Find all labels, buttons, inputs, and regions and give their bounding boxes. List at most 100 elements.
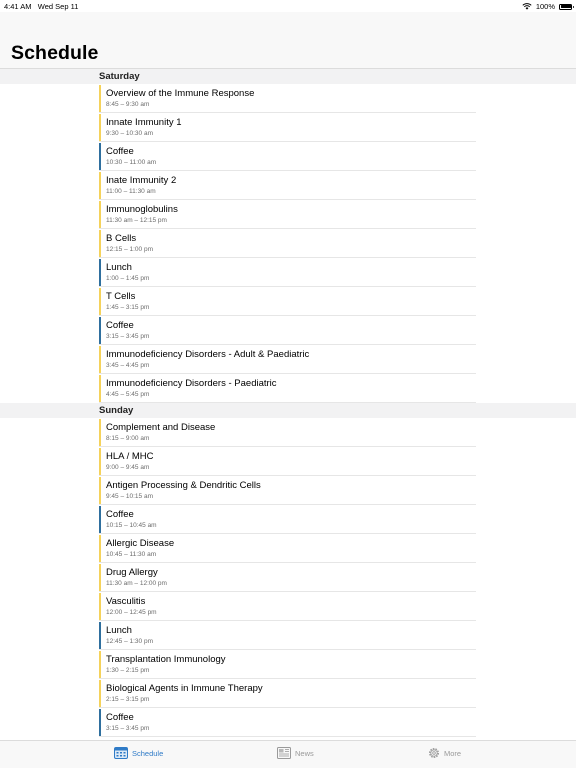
category-color-bar	[99, 375, 101, 402]
tab-more-label: More	[444, 748, 462, 758]
session-title: HLA / MHC	[106, 451, 154, 462]
category-color-bar	[99, 288, 101, 315]
session-time: 4:45 – 5:45 pm	[106, 391, 150, 398]
schedule-row[interactable]: Immunodeficiency Disorders - Paediatric 4…	[0, 374, 576, 403]
session-title: Inate Immunity 2	[106, 175, 177, 186]
section-header-saturday: Saturday	[0, 69, 576, 84]
schedule-row[interactable]: Innate Immunity 1 9:30 – 10:30 am	[0, 113, 576, 142]
schedule-row[interactable]: T Cells 1:45 – 3:15 pm	[0, 287, 576, 316]
session-title: T Cells	[106, 291, 136, 302]
session-time: 12:00 – 12:45 pm	[106, 609, 157, 616]
gear-icon	[428, 747, 440, 759]
session-time: 10:15 – 10:45 am	[106, 522, 157, 529]
session-title: B Cells	[106, 233, 137, 244]
tab-bar: Schedule News More	[0, 740, 576, 768]
schedule-row[interactable]: Vasculitis 12:00 – 12:45 pm	[0, 592, 576, 621]
session-time: 3:15 – 3:45 pm	[106, 725, 150, 732]
navigation-header: Schedule	[0, 12, 576, 69]
session-time: 11:30 am – 12:15 pm	[106, 217, 167, 224]
session-time: 8:15 – 9:00 am	[106, 435, 150, 442]
category-color-bar	[99, 259, 101, 286]
tab-more[interactable]: More	[428, 747, 461, 759]
schedule-row[interactable]: Lunch 12:45 – 1:30 pm	[0, 621, 576, 650]
session-time: 9:00 – 9:45 am	[106, 464, 150, 471]
schedule-row[interactable]: Biological Agents in Immune Therapy 2:15 …	[0, 679, 576, 708]
category-color-bar	[99, 477, 101, 504]
session-title: Drug Allergy	[106, 567, 158, 578]
session-time: 11:30 am – 12:00 pm	[106, 580, 167, 587]
session-title: Immunoglobulins	[106, 204, 178, 215]
session-title: Lunch	[106, 625, 132, 636]
category-color-bar	[99, 709, 101, 736]
schedule-row[interactable]: Complement and Disease 8:15 – 9:00 am	[0, 418, 576, 447]
schedule-row[interactable]: Immunodeficiency Disorders - Adult & Pae…	[0, 345, 576, 374]
category-color-bar	[99, 143, 101, 170]
schedule-row[interactable]: Overview of the Immune Response 8:45 – 9:…	[0, 84, 576, 113]
session-time: 1:30 – 2:15 pm	[106, 667, 150, 674]
schedule-row[interactable]: Drug Allergy 11:30 am – 12:00 pm	[0, 563, 576, 592]
schedule-row[interactable]: Coffee 10:30 – 11:00 am	[0, 142, 576, 171]
session-time: 1:00 – 1:45 pm	[106, 275, 150, 282]
session-title: Immunodeficiency Disorders - Paediatric	[106, 378, 277, 389]
session-time: 8:45 – 9:30 am	[106, 101, 150, 108]
schedule-row[interactable]: Coffee 3:15 – 3:45 pm	[0, 316, 576, 345]
session-title: Biological Agents in Immune Therapy	[106, 683, 263, 694]
schedule-row[interactable]: Antigen Processing & Dendritic Cells 9:45…	[0, 476, 576, 505]
session-title: Coffee	[106, 509, 134, 520]
status-time: 4:41 AM	[4, 2, 32, 11]
tab-news[interactable]: News	[277, 747, 314, 759]
category-color-bar	[99, 346, 101, 373]
session-time: 12:15 – 1:00 pm	[106, 246, 153, 253]
session-time: 11:00 – 11:30 am	[106, 188, 156, 195]
section-header-sunday: Sunday	[0, 403, 576, 418]
session-time: 1:45 – 3:15 pm	[106, 304, 150, 311]
session-time: 3:45 – 4:45 pm	[106, 362, 150, 369]
session-time: 9:30 – 10:30 am	[106, 130, 153, 137]
schedule-row[interactable]: Immunoglobulins 11:30 am – 12:15 pm	[0, 200, 576, 229]
session-time: 2:15 – 3:15 pm	[106, 696, 150, 703]
battery-level	[560, 5, 571, 8]
category-color-bar	[99, 622, 101, 649]
schedule-row[interactable]: HLA / MHC 9:00 – 9:45 am	[0, 447, 576, 476]
category-color-bar	[99, 680, 101, 707]
category-color-bar	[99, 172, 101, 199]
schedule-row[interactable]: Coffee 10:15 – 10:45 am	[0, 505, 576, 534]
session-title: Lunch	[106, 262, 132, 273]
session-time: 3:15 – 3:45 pm	[106, 333, 150, 340]
wifi-icon	[522, 3, 532, 10]
status-bar: 4:41 AM Wed Sep 11 100%	[0, 0, 576, 12]
session-time: 9:45 – 10:15 am	[106, 493, 153, 500]
category-color-bar	[99, 419, 101, 446]
page-title: Schedule	[11, 42, 99, 64]
schedule-row[interactable]: Inate Immunity 2 11:00 – 11:30 am	[0, 171, 576, 200]
tab-schedule-label: Schedule	[132, 748, 164, 758]
status-time-date: 4:41 AM Wed Sep 11	[4, 2, 78, 11]
tab-schedule[interactable]: Schedule	[114, 747, 163, 759]
battery-icon	[559, 3, 574, 10]
session-time: 10:45 – 11:30 am	[106, 551, 157, 558]
schedule-row[interactable]: Allergic Disease 10:45 – 11:30 am	[0, 534, 576, 563]
category-color-bar	[99, 651, 101, 678]
schedule-row[interactable]: B Cells 12:15 – 1:00 pm	[0, 229, 576, 258]
session-time: 10:30 – 11:00 am	[106, 159, 157, 166]
category-color-bar	[99, 535, 101, 562]
session-title: Coffee	[106, 146, 134, 157]
category-color-bar	[99, 317, 101, 344]
tab-news-label: News	[295, 748, 314, 758]
session-title: Complement and Disease	[106, 422, 216, 433]
session-title: Overview of the Immune Response	[106, 88, 255, 99]
category-color-bar	[99, 448, 101, 475]
session-title: Allergic Disease	[106, 538, 175, 549]
category-color-bar	[99, 230, 101, 257]
schedule-row[interactable]: Lunch 1:00 – 1:45 pm	[0, 258, 576, 287]
category-color-bar	[99, 114, 101, 141]
category-color-bar	[99, 593, 101, 620]
schedule-row[interactable]: Coffee 3:15 – 3:45 pm	[0, 708, 576, 737]
session-title: Antigen Processing & Dendritic Cells	[106, 480, 261, 491]
schedule-row[interactable]: Transplantation Immunology 1:30 – 2:15 pm	[0, 650, 576, 679]
session-title: Coffee	[106, 320, 134, 331]
schedule-list[interactable]: Saturday Overview of the Immune Response 8…	[0, 69, 576, 740]
session-title: Coffee	[106, 712, 134, 723]
category-color-bar	[99, 201, 101, 228]
status-date: Wed Sep 11	[37, 2, 79, 11]
